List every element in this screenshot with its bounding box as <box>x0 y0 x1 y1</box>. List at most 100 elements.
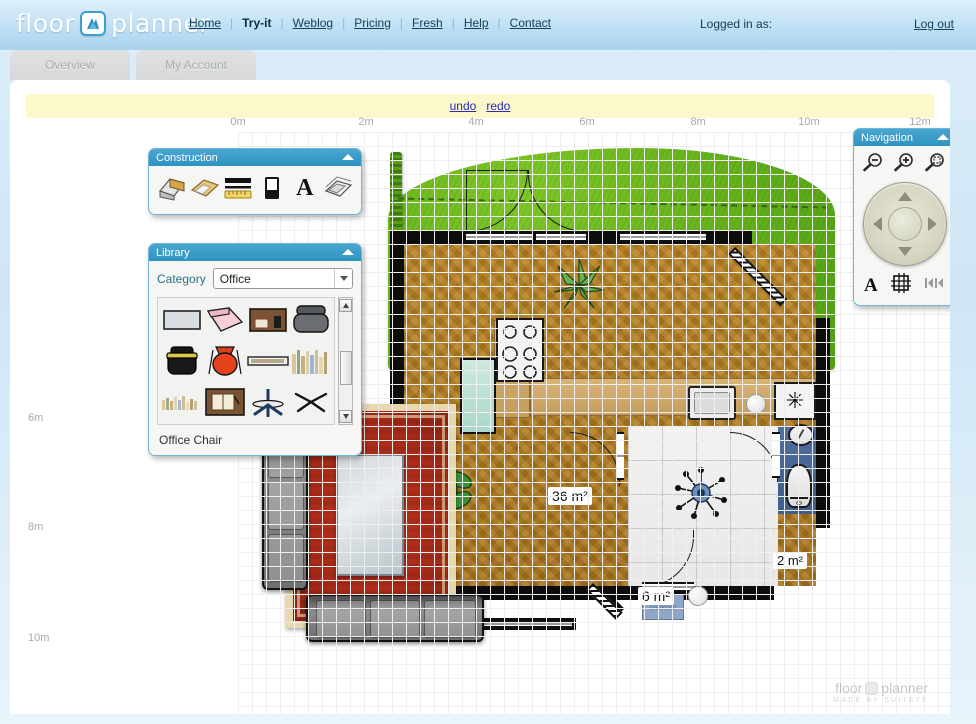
library-item-black-armchair[interactable] <box>161 342 203 380</box>
undo-link[interactable]: undo <box>450 99 477 113</box>
library-item-office-chair[interactable] <box>290 301 332 339</box>
pan-up-icon[interactable] <box>898 192 912 201</box>
library-item-desk-pink-corner[interactable] <box>204 301 246 339</box>
nav-item-weblog[interactable]: Weblog <box>284 16 342 30</box>
navigation-panel-body: A <box>854 146 950 305</box>
text-toggle-icon[interactable]: A <box>864 276 878 295</box>
nav-item-fresh[interactable]: Fresh <box>403 16 452 30</box>
kitchen-fan-icon[interactable]: ✳ <box>774 382 816 420</box>
stove-icon[interactable] <box>496 318 544 382</box>
scroll-up-icon[interactable] <box>339 299 352 312</box>
pan-dpad[interactable] <box>863 182 947 266</box>
library-item-desk-brown-with-books[interactable] <box>247 301 289 339</box>
logout-link[interactable]: Log out <box>914 17 954 31</box>
library-item-chair-base-black[interactable] <box>290 383 332 421</box>
collapse-caret-icon[interactable] <box>937 134 949 140</box>
pan-center-button[interactable] <box>888 207 922 241</box>
zoom-out-icon[interactable] <box>862 152 886 177</box>
library-panel-header[interactable]: Library <box>149 244 361 261</box>
brand-mark-icon <box>80 11 106 36</box>
category-label: Category <box>157 272 206 286</box>
undo-redo-group: undo redo <box>26 94 934 118</box>
library-item-bookcase-tall[interactable] <box>290 342 332 380</box>
kitchen-sink-icon[interactable] <box>688 386 736 420</box>
text-tool-icon[interactable]: A <box>290 173 320 203</box>
scrollbar-thumb[interactable] <box>340 351 352 385</box>
library-item-low-shelf[interactable] <box>247 342 289 380</box>
window-top-right <box>620 232 706 242</box>
entrance-lamp-icon <box>688 586 708 606</box>
redo-link[interactable]: redo <box>486 99 510 113</box>
library-panel-body: Category Office <box>149 261 361 455</box>
library-panel: Library Category Office <box>148 243 362 456</box>
library-panel-title: Library <box>156 247 190 259</box>
construction-tool-list: A <box>149 166 361 214</box>
library-scrollbar[interactable] <box>338 297 353 425</box>
surface-tool-icon[interactable] <box>190 173 220 203</box>
category-row: Category Office <box>157 268 353 289</box>
main-navigation: Home | Try-it | Weblog | Pricing | Fresh… <box>180 16 560 30</box>
tab-my-account[interactable]: My Account <box>136 50 256 80</box>
bathroom-basin-icon[interactable] <box>788 424 814 446</box>
text-tool-label: A <box>296 175 313 202</box>
door-tool-icon[interactable] <box>257 173 287 203</box>
library-item-desk-white[interactable] <box>161 301 203 339</box>
ceiling-lamp-icon <box>674 466 728 520</box>
toilet-icon[interactable] <box>786 464 812 508</box>
zoom-in-icon[interactable] <box>893 152 917 177</box>
zoom-fit-icon[interactable] <box>924 152 948 177</box>
pan-right-icon[interactable] <box>928 217 937 231</box>
nav-item-try-it[interactable]: Try-it <box>233 16 280 30</box>
wall-right-upper <box>816 318 830 423</box>
wall-right-bath <box>816 418 830 528</box>
library-item-desk-with-open-book[interactable] <box>204 383 246 421</box>
area-label-living-room: 36 m² <box>548 487 592 505</box>
nav-item-pricing[interactable]: Pricing <box>345 16 400 30</box>
library-item-chair-base-blue[interactable] <box>247 383 289 421</box>
plant-kitchen-icon <box>548 254 610 316</box>
scroll-down-icon[interactable] <box>339 410 352 423</box>
footer-tagline: MADE BY SUITE75 <box>833 697 928 704</box>
nav-item-contact[interactable]: Contact <box>501 16 560 30</box>
library-item-bookcase-low[interactable] <box>161 383 203 421</box>
footer-logo: floor planner MADE BY SUITE75 <box>833 680 928 704</box>
editor-toolbar: undo redo <box>26 94 934 118</box>
library-item-grid <box>157 297 335 425</box>
area-label-hallway: 6 m² <box>638 587 674 605</box>
site-header: floor planner Home | Try-it | Weblog | P… <box>0 0 976 50</box>
brand-word-floor: floor <box>16 9 75 38</box>
kitchen-poster <box>460 358 496 434</box>
tab-bar: Overview My Account <box>10 50 256 80</box>
collapse-caret-icon[interactable] <box>342 249 354 255</box>
zoom-controls <box>860 151 950 180</box>
navigation-panel-title: Navigation <box>861 132 913 144</box>
nav-item-help[interactable]: Help <box>455 16 498 30</box>
coffee-table[interactable] <box>336 454 404 576</box>
tab-overview[interactable]: Overview <box>10 50 130 80</box>
category-select[interactable]: Office <box>213 268 353 289</box>
pan-down-icon[interactable] <box>898 247 912 256</box>
library-item-red-chair[interactable] <box>204 342 246 380</box>
footer-brand-planner: planner <box>881 680 928 696</box>
footer-brand-floor: floor <box>835 680 862 696</box>
grid-toggle-icon[interactable] <box>890 272 912 299</box>
kitchen-lamp-icon <box>746 394 766 414</box>
pan-left-icon[interactable] <box>873 217 882 231</box>
window-top-center <box>536 232 586 242</box>
horizontal-ruler: 0m2m4m6m8m10m12m <box>10 116 950 132</box>
nav-item-home[interactable]: Home <box>180 16 230 30</box>
editor-container: undo redo 0m2m4m6m8m10m12m 6m8m10m <box>10 80 950 714</box>
category-select-value: Office <box>220 272 251 286</box>
navigation-panel-header[interactable]: Navigation <box>854 129 950 146</box>
construction-panel-header[interactable]: Construction <box>149 149 361 166</box>
collapse-caret-icon[interactable] <box>342 154 354 160</box>
snap-toggle-icon[interactable] <box>924 274 946 297</box>
construction-panel-title: Construction <box>156 152 218 164</box>
layers-tool-icon[interactable] <box>323 173 353 203</box>
sofa-bottom[interactable] <box>306 594 484 642</box>
navigation-toggles: A <box>860 270 950 300</box>
chevron-down-icon[interactable] <box>334 269 352 288</box>
dimension-tool-icon[interactable] <box>223 173 253 203</box>
door-panel-living-hall <box>616 432 624 480</box>
room-tool-icon[interactable] <box>157 173 187 203</box>
